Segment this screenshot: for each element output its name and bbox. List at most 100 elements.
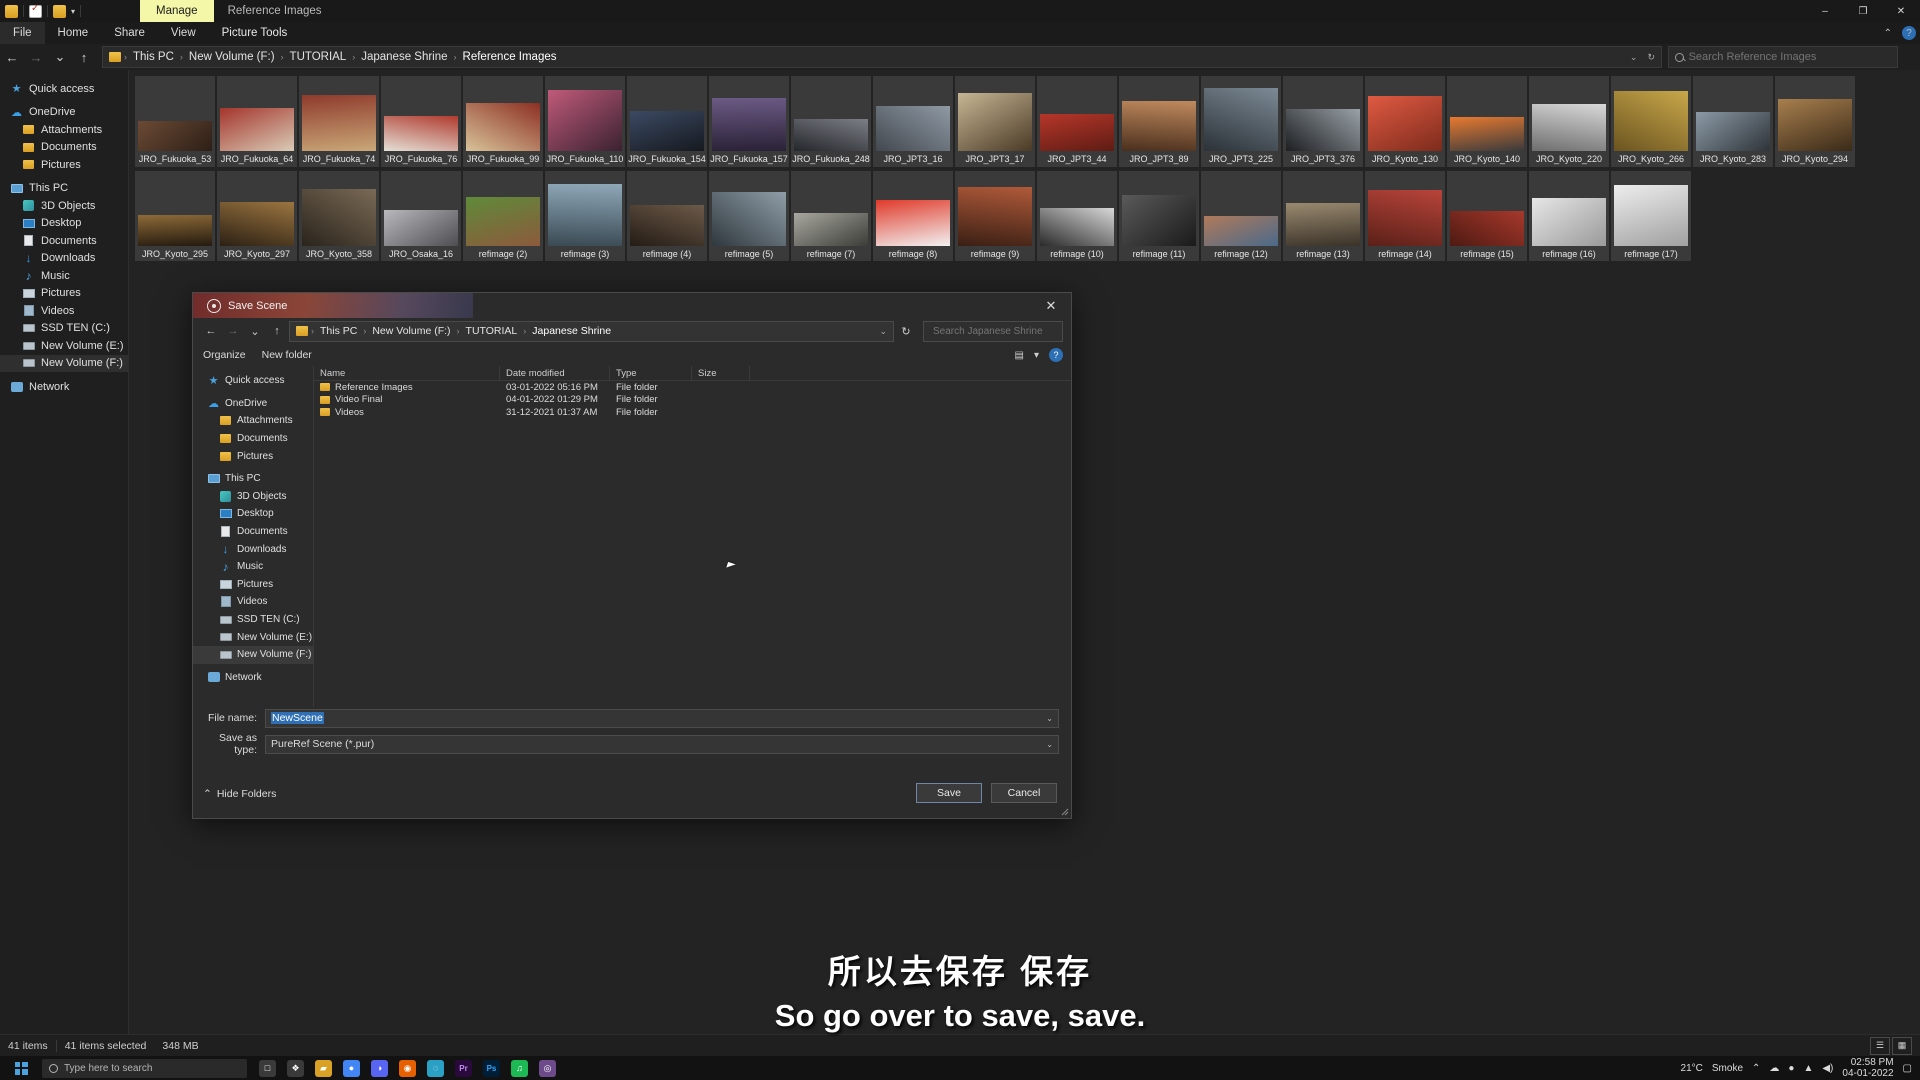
sidebar-item-new-volume-e[interactable]: New Volume (E:) bbox=[0, 337, 128, 355]
file-item[interactable]: JRO_Kyoto_130 bbox=[1365, 76, 1445, 167]
volume-tray-icon[interactable]: ◀) bbox=[1822, 1063, 1833, 1074]
sidebar-item-attachments[interactable]: Attachments bbox=[193, 412, 313, 430]
file-item[interactable]: JRO_Kyoto_297 bbox=[217, 170, 297, 261]
file-item[interactable]: refimage (2) bbox=[463, 170, 543, 261]
address-dropdown-icon[interactable]: ⌄ bbox=[1630, 52, 1638, 63]
file-item[interactable]: refimage (15) bbox=[1447, 170, 1527, 261]
properties-icon[interactable] bbox=[29, 3, 42, 18]
file-thumbnail[interactable] bbox=[135, 170, 215, 248]
sidebar-item-this-pc[interactable]: This PC bbox=[0, 180, 128, 198]
file-item[interactable]: JRO_Kyoto_140 bbox=[1447, 76, 1527, 167]
file-thumbnail[interactable] bbox=[1775, 76, 1855, 153]
column-header-type[interactable]: Type bbox=[610, 365, 692, 381]
file-item[interactable]: refimage (3) bbox=[545, 170, 625, 261]
dialog-breadcrumb-new-volume-f[interactable]: New Volume (F:) bbox=[369, 325, 453, 337]
file-item[interactable]: refimage (10) bbox=[1037, 170, 1117, 261]
save-button[interactable]: Save bbox=[916, 783, 982, 803]
file-thumbnail[interactable] bbox=[1611, 76, 1691, 153]
taskbar-search-box[interactable]: Type here to search bbox=[42, 1058, 247, 1078]
sidebar-item-ssd-ten-c[interactable]: SSD TEN (C:) bbox=[193, 611, 313, 629]
file-item[interactable]: refimage (13) bbox=[1283, 170, 1363, 261]
dialog-search-box[interactable] bbox=[923, 320, 1063, 342]
file-thumbnail[interactable] bbox=[217, 170, 297, 248]
save-scene-dialog[interactable]: Save Scene ✕ ← → ⌄ ↑ › This PC › New Vol… bbox=[192, 292, 1072, 819]
sidebar-item-attachments[interactable]: Attachments bbox=[0, 121, 128, 139]
file-thumbnail[interactable] bbox=[463, 76, 543, 153]
file-item[interactable]: refimage (4) bbox=[627, 170, 707, 261]
file-item[interactable]: JRO_Fukuoka_110 bbox=[545, 76, 625, 167]
breadcrumb-tutorial[interactable]: TUTORIAL bbox=[287, 51, 350, 63]
forward-button[interactable]: → bbox=[24, 45, 48, 69]
file-thumbnail[interactable] bbox=[217, 76, 297, 153]
file-thumbnail[interactable] bbox=[1201, 170, 1281, 248]
notification-center-icon[interactable]: ▢ bbox=[1903, 1063, 1912, 1074]
dialog-help-icon[interactable]: ? bbox=[1049, 348, 1063, 362]
tab-manage[interactable]: Manage bbox=[140, 0, 214, 22]
file-item[interactable]: JRO_JPT3_17 bbox=[955, 76, 1035, 167]
sidebar-item-pictures[interactable]: Pictures bbox=[193, 576, 313, 594]
sidebar-item-desktop[interactable]: Desktop bbox=[0, 215, 128, 233]
file-thumbnail[interactable] bbox=[791, 76, 871, 153]
file-item[interactable]: JRO_Fukuoka_74 bbox=[299, 76, 379, 167]
file-thumbnail[interactable] bbox=[299, 170, 379, 248]
new-folder-icon[interactable] bbox=[53, 4, 66, 18]
file-item[interactable]: JRO_Kyoto_358 bbox=[299, 170, 379, 261]
sidebar-item-pictures[interactable]: Pictures bbox=[193, 447, 313, 465]
change-view-icon[interactable]: ▤ bbox=[1015, 350, 1024, 361]
file-thumbnail[interactable] bbox=[1447, 76, 1527, 153]
sidebar-item-network[interactable]: Network bbox=[193, 669, 313, 687]
sidebar-item-new-volume-f[interactable]: New Volume (F:) bbox=[0, 354, 128, 372]
filename-dropdown-icon[interactable]: ⌄ bbox=[1046, 714, 1053, 723]
navigation-pane[interactable]: ★ Quick access ☁ OneDrive Attachments Documen… bbox=[0, 70, 128, 1056]
sidebar-item-3d-objects[interactable]: 3D Objects bbox=[0, 197, 128, 215]
premiere-icon[interactable]: Pr bbox=[455, 1059, 472, 1077]
file-explorer-icon[interactable]: ▰ bbox=[315, 1059, 332, 1077]
weather-desc[interactable]: Smoke bbox=[1712, 1063, 1743, 1074]
sidebar-item-music[interactable]: ♪ Music bbox=[193, 558, 313, 576]
sidebar-item-network[interactable]: Network bbox=[0, 378, 128, 396]
file-thumbnail[interactable] bbox=[873, 76, 953, 153]
taskbar-clock[interactable]: 02:58 PM 04-01-2022 bbox=[1842, 1057, 1893, 1079]
file-thumbnail[interactable] bbox=[955, 76, 1035, 153]
file-thumbnail[interactable] bbox=[1365, 76, 1445, 153]
file-thumbnail[interactable] bbox=[791, 170, 871, 248]
file-item[interactable]: refimage (8) bbox=[873, 170, 953, 261]
file-item[interactable]: JRO_Fukuoka_53 bbox=[135, 76, 215, 167]
dialog-breadcrumb-this-pc[interactable]: This PC bbox=[317, 325, 360, 337]
file-item[interactable]: refimage (5) bbox=[709, 170, 789, 261]
weather-temp[interactable]: 21°C bbox=[1681, 1063, 1703, 1074]
table-row[interactable]: Videos 31-12-2021 01:37 AM File folder bbox=[314, 406, 1071, 419]
filetype-dropdown-icon[interactable]: ⌄ bbox=[1046, 740, 1053, 749]
file-thumbnail[interactable] bbox=[1365, 170, 1445, 248]
sidebar-item-documents[interactable]: Documents bbox=[193, 523, 313, 541]
sidebar-item-3d-objects[interactable]: 3D Objects bbox=[193, 488, 313, 506]
file-item[interactable]: JRO_Fukuoka_99 bbox=[463, 76, 543, 167]
network-tray-icon[interactable]: ▲ bbox=[1803, 1063, 1813, 1074]
tab-view[interactable]: View bbox=[158, 22, 209, 44]
filename-field[interactable]: NewScene ⌄ bbox=[265, 708, 1059, 728]
file-item[interactable]: JRO_Fukuoka_64 bbox=[217, 76, 297, 167]
file-thumbnail[interactable] bbox=[1201, 76, 1281, 153]
file-item[interactable]: JRO_Osaka_16 bbox=[381, 170, 461, 261]
breadcrumb[interactable]: › This PC › New Volume (F:) › TUTORIAL ›… bbox=[102, 46, 1662, 68]
collapse-ribbon-icon[interactable]: ⌃ bbox=[1884, 28, 1892, 39]
edge-icon[interactable]: ◌ bbox=[427, 1059, 444, 1077]
file-item[interactable]: JRO_JPT3_89 bbox=[1119, 76, 1199, 167]
dialog-back-button[interactable]: ← bbox=[201, 321, 221, 341]
breadcrumb-japanese-shrine[interactable]: Japanese Shrine bbox=[358, 51, 450, 63]
file-item[interactable]: refimage (7) bbox=[791, 170, 871, 261]
sidebar-item-desktop[interactable]: Desktop bbox=[193, 505, 313, 523]
file-thumbnail[interactable] bbox=[1283, 170, 1363, 248]
file-thumbnail[interactable] bbox=[709, 170, 789, 248]
file-thumbnail[interactable] bbox=[463, 170, 543, 248]
file-thumbnail[interactable] bbox=[1119, 170, 1199, 248]
firefox-icon[interactable]: ◉ bbox=[399, 1059, 416, 1077]
dialog-address-dropdown-icon[interactable]: ⌄ bbox=[879, 326, 887, 337]
spotify-icon[interactable]: ♫ bbox=[511, 1059, 528, 1077]
up-button[interactable]: ↑ bbox=[72, 45, 96, 69]
sidebar-item-pictures[interactable]: Pictures bbox=[0, 156, 128, 174]
minimize-button[interactable]: – bbox=[1806, 0, 1844, 22]
breadcrumb-this-pc[interactable]: This PC bbox=[130, 51, 177, 63]
dialog-breadcrumb-tutorial[interactable]: TUTORIAL bbox=[463, 325, 521, 337]
widgets-icon[interactable]: ❖ bbox=[287, 1059, 304, 1077]
